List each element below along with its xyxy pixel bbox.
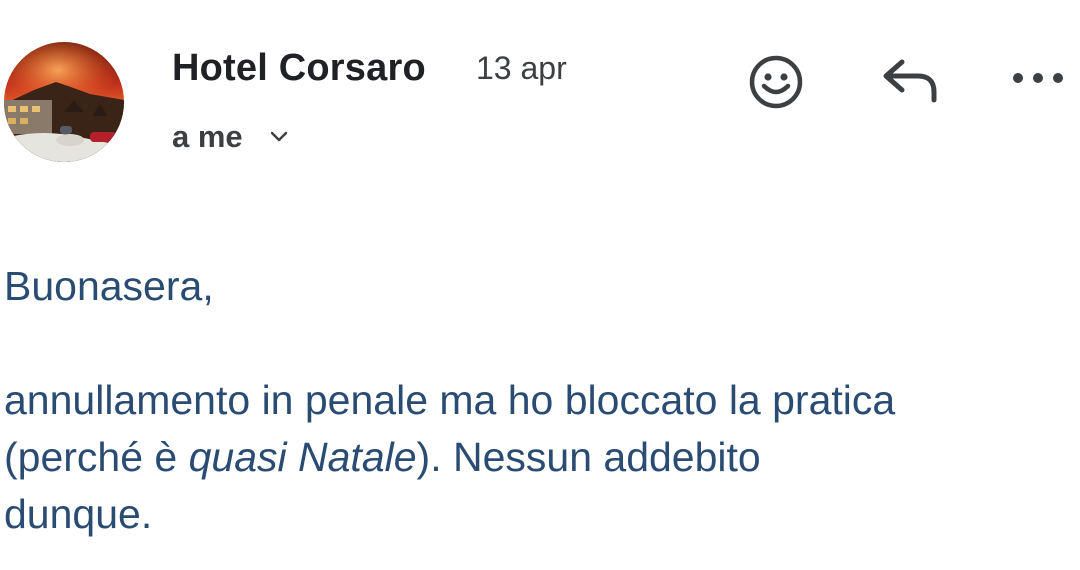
email-date: 13 apr [476,50,567,86]
smiley-icon [749,55,803,109]
greeting: Buonasera, [4,263,214,309]
reply-button[interactable] [876,50,946,110]
emoji-reaction-button[interactable] [744,50,808,114]
recipient-row[interactable]: a me [172,114,293,160]
email-header: Hotel Corsaro 13 apr a me [0,0,1080,180]
recipient-label: a me [172,119,243,154]
email-body: Buonasera, annullamento in penale ma ho … [4,258,1074,543]
body-line-2-start: (perché è [4,434,189,480]
body-line-2-end: ). Nessun addebito [416,434,761,480]
sender-name[interactable]: Hotel Corsaro [172,44,426,92]
more-horiz-icon [1013,73,1063,83]
hotel-photo-icon [4,42,124,162]
sender-avatar[interactable] [4,42,124,162]
emphasis-text: quasi Natale [188,434,417,480]
reply-icon [883,59,937,103]
body-line-1: annullamento in penale ma ho bloccato la… [4,377,896,423]
chevron-down-icon[interactable] [265,123,293,151]
body-paragraph: annullamento in penale ma ho bloccato la… [4,372,1074,543]
body-line-3: dunque. [4,491,153,537]
more-options-button[interactable] [1006,54,1070,102]
